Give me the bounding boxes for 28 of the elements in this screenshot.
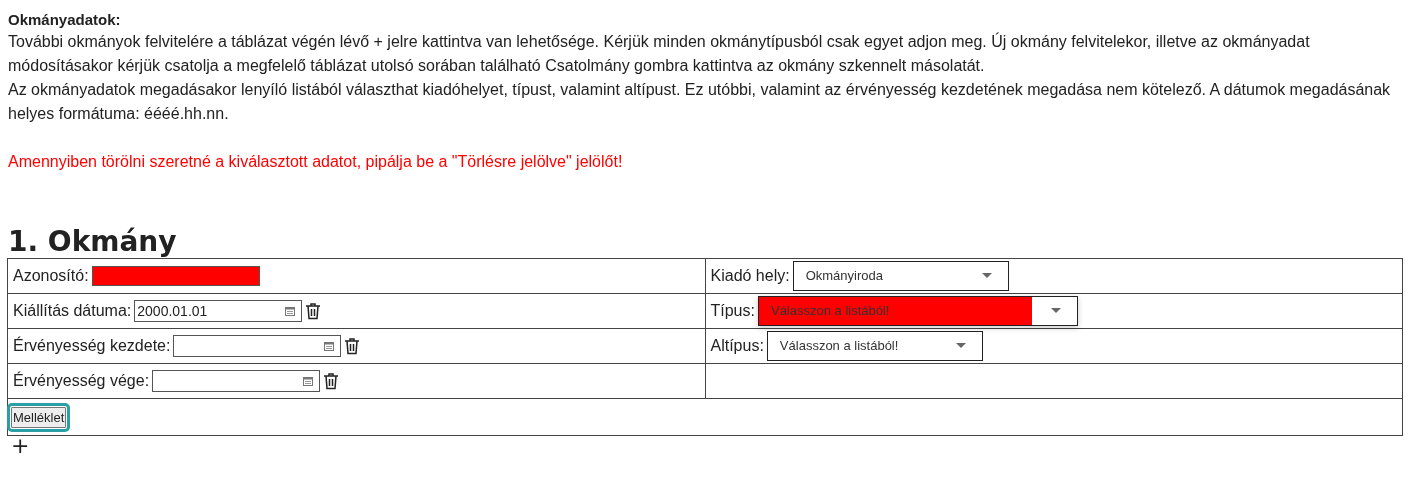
info-paragraph: További okmányok felvitelére a táblázat végén lévő + jelre kattintva van lehetősége. Kérjük minden okmánytípusból csak egyet adjon meg. Új okmány felvitelekor, illetve az okmányadat módosításakor kérjük csatolja a megfelelő táblázat utolsó sorában található Csatolmány gombra kattintva az okmány szkennelt másolatát. — [8, 31, 1311, 76]
field-label: Érvényesség vége: — [13, 370, 150, 391]
date-field[interactable] — [152, 370, 321, 392]
field-label: Kiállítás dátuma: — [13, 301, 132, 321]
section-title: Okmányadatok: — [8, 10, 122, 30]
trash-icon[interactable] — [323, 372, 340, 390]
caret-icon — [1050, 308, 1061, 314]
calendar-icon[interactable] — [285, 306, 296, 316]
calendar-icon[interactable] — [324, 341, 335, 351]
field-label: Érvényesség kezdete: — [13, 335, 171, 356]
trash-icon[interactable] — [305, 302, 322, 320]
field-label: Azonosító: — [13, 266, 89, 286]
field-label: Típus: — [710, 301, 755, 321]
date-field[interactable] — [173, 335, 342, 357]
dropdown[interactable]: Válasszon a listából! — [766, 331, 983, 361]
add-button[interactable]: + — [8, 437, 33, 455]
warning-text: Amennyiben törölni szeretné a kiválasztott adatot, pipálja be a "Törlésre jelölve" jelölőt! — [8, 152, 624, 172]
caret-icon — [955, 343, 966, 349]
field-label: Kiadó hely: — [710, 266, 790, 286]
info-paragraph: Az okmányadatok megadásakor lenyíló listából választhat kiadóhelyet, típust, valamint altípust. Ez utóbbi, valamint az érvényesség kezdetének megadása nem kötelező. A dátumok megadásának helyes formátuma: éééé.hh.nn. — [8, 80, 1392, 124]
calendar-icon[interactable] — [303, 376, 314, 386]
document-heading: 1. Okmány — [8, 226, 178, 258]
caret-icon — [981, 273, 992, 279]
trash-icon[interactable] — [344, 337, 361, 355]
field-label: Altípus: — [710, 336, 764, 356]
dropdown[interactable]: Okmányiroda — [792, 261, 1009, 291]
date-field[interactable]: 2000.01.01 — [134, 300, 303, 322]
input-field[interactable] — [91, 266, 260, 286]
